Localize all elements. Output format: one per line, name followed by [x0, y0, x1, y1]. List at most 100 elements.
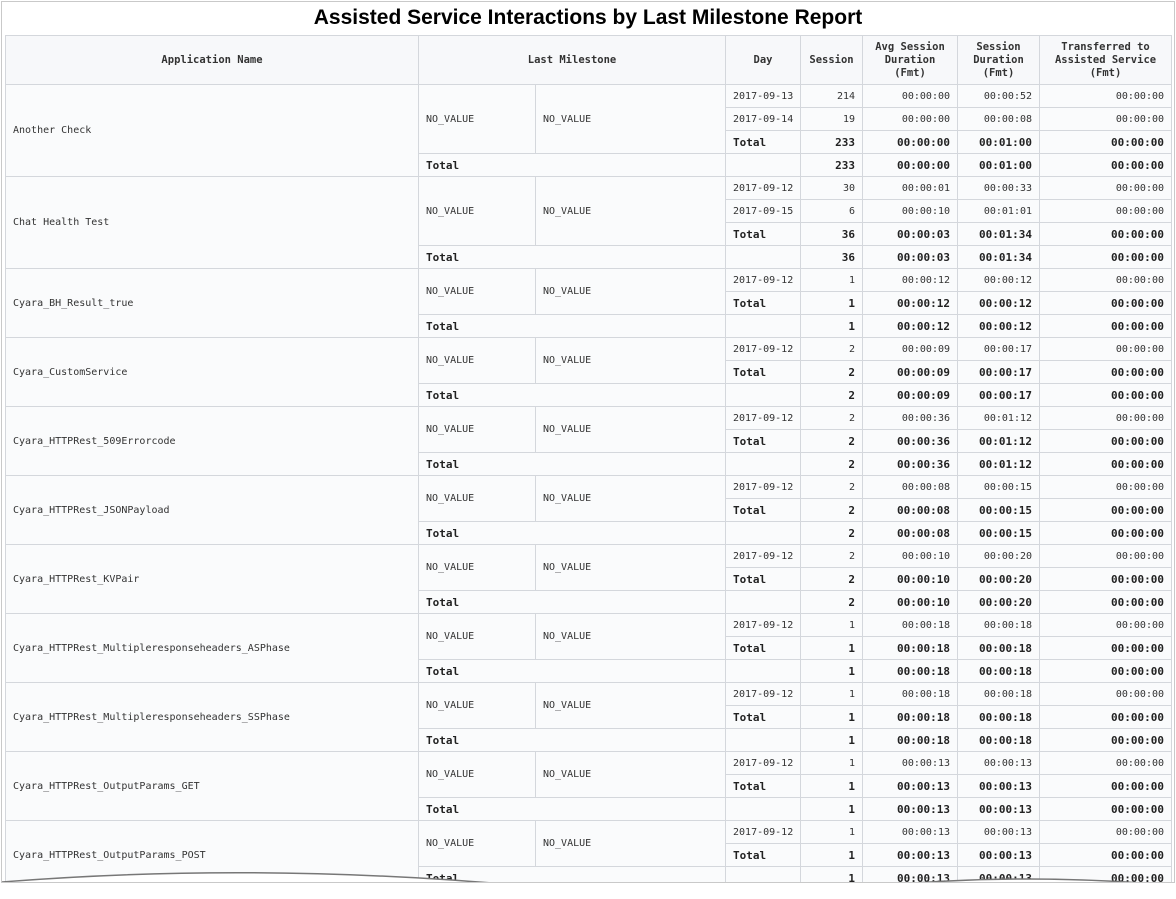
app-total-session-duration: 00:01:00	[957, 153, 1041, 177]
app-total-label: Total	[417, 590, 727, 614]
report-title: Assisted Service Interactions by Last Mi…	[313, 6, 863, 29]
app-total-label: Total	[417, 659, 727, 683]
subtotal-session: 1	[800, 291, 864, 315]
subtotal-transferred: 00:00:00	[1039, 843, 1173, 867]
subtotal-label: Total	[725, 843, 802, 867]
app-total-transferred: 00:00:00	[1039, 153, 1173, 177]
avg-duration-cell: 00:00:12	[862, 268, 959, 292]
subtotal-transferred: 00:00:00	[1039, 429, 1173, 453]
session-duration-cell: 00:00:52	[957, 84, 1041, 108]
app-total-session-duration: 00:00:17	[957, 383, 1041, 407]
table-row: Cyara_HTTPRest_JSONPayload NO_VALUE NO_VAL…	[5, 475, 1173, 545]
table-row: Chat Health Test NO_VALUE NO_VALUE 2017-09-…	[5, 176, 1173, 269]
subtotal-session: 2	[800, 567, 864, 591]
subtotal-transferred: 00:00:00	[1039, 291, 1173, 315]
session-cell: 1	[800, 613, 864, 637]
subtotal-avg-duration: 00:00:00	[862, 130, 959, 154]
subtotal-avg-duration: 00:00:18	[862, 705, 959, 729]
avg-duration-cell: 00:00:10	[862, 544, 959, 568]
session-cell: 1	[800, 820, 864, 844]
avg-duration-cell: 00:00:09	[862, 337, 959, 361]
session-cell: 2	[800, 406, 864, 430]
transferred-cell: 00:00:00	[1039, 682, 1173, 706]
app-total-session-duration: 00:01:12	[957, 452, 1041, 476]
avg-duration-cell: 00:00:00	[862, 84, 959, 108]
subtotal-transferred: 00:00:00	[1039, 130, 1173, 154]
day-cell: 2017-09-12	[725, 268, 802, 292]
avg-duration-cell: 00:00:18	[862, 682, 959, 706]
subtotal-transferred: 00:00:00	[1039, 222, 1173, 246]
application-name-cell: Cyara_HTTPRest_Multipleresponseheaders_S…	[5, 682, 419, 752]
subtotal-avg-duration: 00:00:08	[862, 498, 959, 522]
milestone-cell: NO_VALUE	[418, 544, 536, 591]
day-cell: 2017-09-14	[725, 107, 802, 131]
table-row: Cyara_HTTPRest_KVPair NO_VALUE NO_VALUE 201…	[5, 544, 1173, 614]
transferred-cell: 00:00:00	[1039, 199, 1173, 223]
app-total-avg-duration: 00:00:12	[862, 314, 959, 338]
report-frame: Assisted Service Interactions by Last Mi…	[1, 1, 1175, 883]
app-total-label: Total	[417, 521, 727, 545]
col-transferred[interactable]: Transferred to Assisted Service (Fmt)	[1039, 35, 1173, 85]
col-application-name[interactable]: Application Name	[5, 35, 419, 85]
transferred-cell: 00:00:00	[1039, 613, 1173, 637]
session-cell: 2	[800, 337, 864, 361]
app-total-session: 1	[800, 797, 864, 821]
subtotal-session-duration: 00:00:17	[957, 360, 1041, 384]
milestone-cell: NO_VALUE	[418, 475, 536, 522]
app-total-transferred: 00:00:00	[1039, 314, 1173, 338]
table-row: Cyara_HTTPRest_509Errorcode NO_VALUE NO_VA…	[5, 406, 1173, 476]
app-total-session-duration: 00:00:13	[957, 797, 1041, 821]
day-cell: 2017-09-15	[725, 199, 802, 223]
avg-duration-cell: 00:00:08	[862, 475, 959, 499]
subtotal-label: Total	[725, 567, 802, 591]
app-total-avg-duration: 00:00:13	[862, 797, 959, 821]
torn-edge	[2, 871, 1138, 882]
application-name-cell: Another Check	[5, 84, 419, 177]
app-total-transferred: 00:00:00	[1039, 590, 1173, 614]
subtotal-avg-duration: 00:00:13	[862, 774, 959, 798]
app-total-session-duration: 00:01:34	[957, 245, 1041, 269]
col-session[interactable]: Session	[800, 35, 864, 85]
subtotal-session-duration: 00:00:13	[957, 774, 1041, 798]
col-last-milestone[interactable]: Last Milestone	[417, 35, 727, 85]
avg-duration-cell: 00:00:10	[862, 199, 959, 223]
subtotal-session-duration: 00:01:00	[957, 130, 1041, 154]
app-total-avg-duration: 00:00:18	[862, 728, 959, 752]
subtotal-session: 1	[800, 636, 864, 660]
day-cell: 2017-09-12	[725, 751, 802, 775]
subtotal-session: 2	[800, 429, 864, 453]
subtotal-avg-duration: 00:00:09	[862, 360, 959, 384]
subtotal-avg-duration: 00:00:18	[862, 636, 959, 660]
day-cell: 2017-09-12	[725, 544, 802, 568]
app-total-session: 2	[800, 452, 864, 476]
report-table: Application Name Last Milestone Day Sess…	[5, 35, 1173, 882]
session-duration-cell: 00:00:18	[957, 613, 1041, 637]
day-cell: 2017-09-12	[725, 406, 802, 430]
milestone-cell: NO_VALUE	[534, 84, 727, 154]
session-duration-cell: 00:00:08	[957, 107, 1041, 131]
subtotal-session: 1	[800, 774, 864, 798]
app-total-session-duration: 00:00:18	[957, 659, 1041, 683]
subtotal-session: 233	[800, 130, 864, 154]
transferred-cell: 00:00:00	[1039, 337, 1173, 361]
avg-duration-cell: 00:00:13	[862, 751, 959, 775]
milestone-cell: NO_VALUE	[418, 751, 536, 798]
subtotal-label: Total	[725, 705, 802, 729]
header-row: Application Name Last Milestone Day Sess…	[5, 35, 1173, 85]
avg-duration-cell: 00:00:01	[862, 176, 959, 200]
session-duration-cell: 00:00:17	[957, 337, 1041, 361]
app-total-transferred: 00:00:00	[1039, 383, 1173, 407]
day-cell: 2017-09-12	[725, 613, 802, 637]
session-duration-cell: 00:00:13	[957, 820, 1041, 844]
col-day[interactable]: Day	[725, 35, 802, 85]
app-total-label: Total	[417, 797, 727, 821]
app-total-spacer	[725, 383, 802, 407]
transferred-cell: 00:00:00	[1039, 84, 1173, 108]
app-total-spacer	[725, 314, 802, 338]
app-total-transferred: 00:00:00	[1039, 245, 1173, 269]
session-duration-cell: 00:00:12	[957, 268, 1041, 292]
col-avg-session-duration[interactable]: Avg Session Duration (Fmt)	[862, 35, 959, 85]
transferred-cell: 00:00:00	[1039, 751, 1173, 775]
application-name-cell: Cyara_HTTPRest_KVPair	[5, 544, 419, 614]
col-session-duration[interactable]: Session Duration (Fmt)	[957, 35, 1041, 85]
